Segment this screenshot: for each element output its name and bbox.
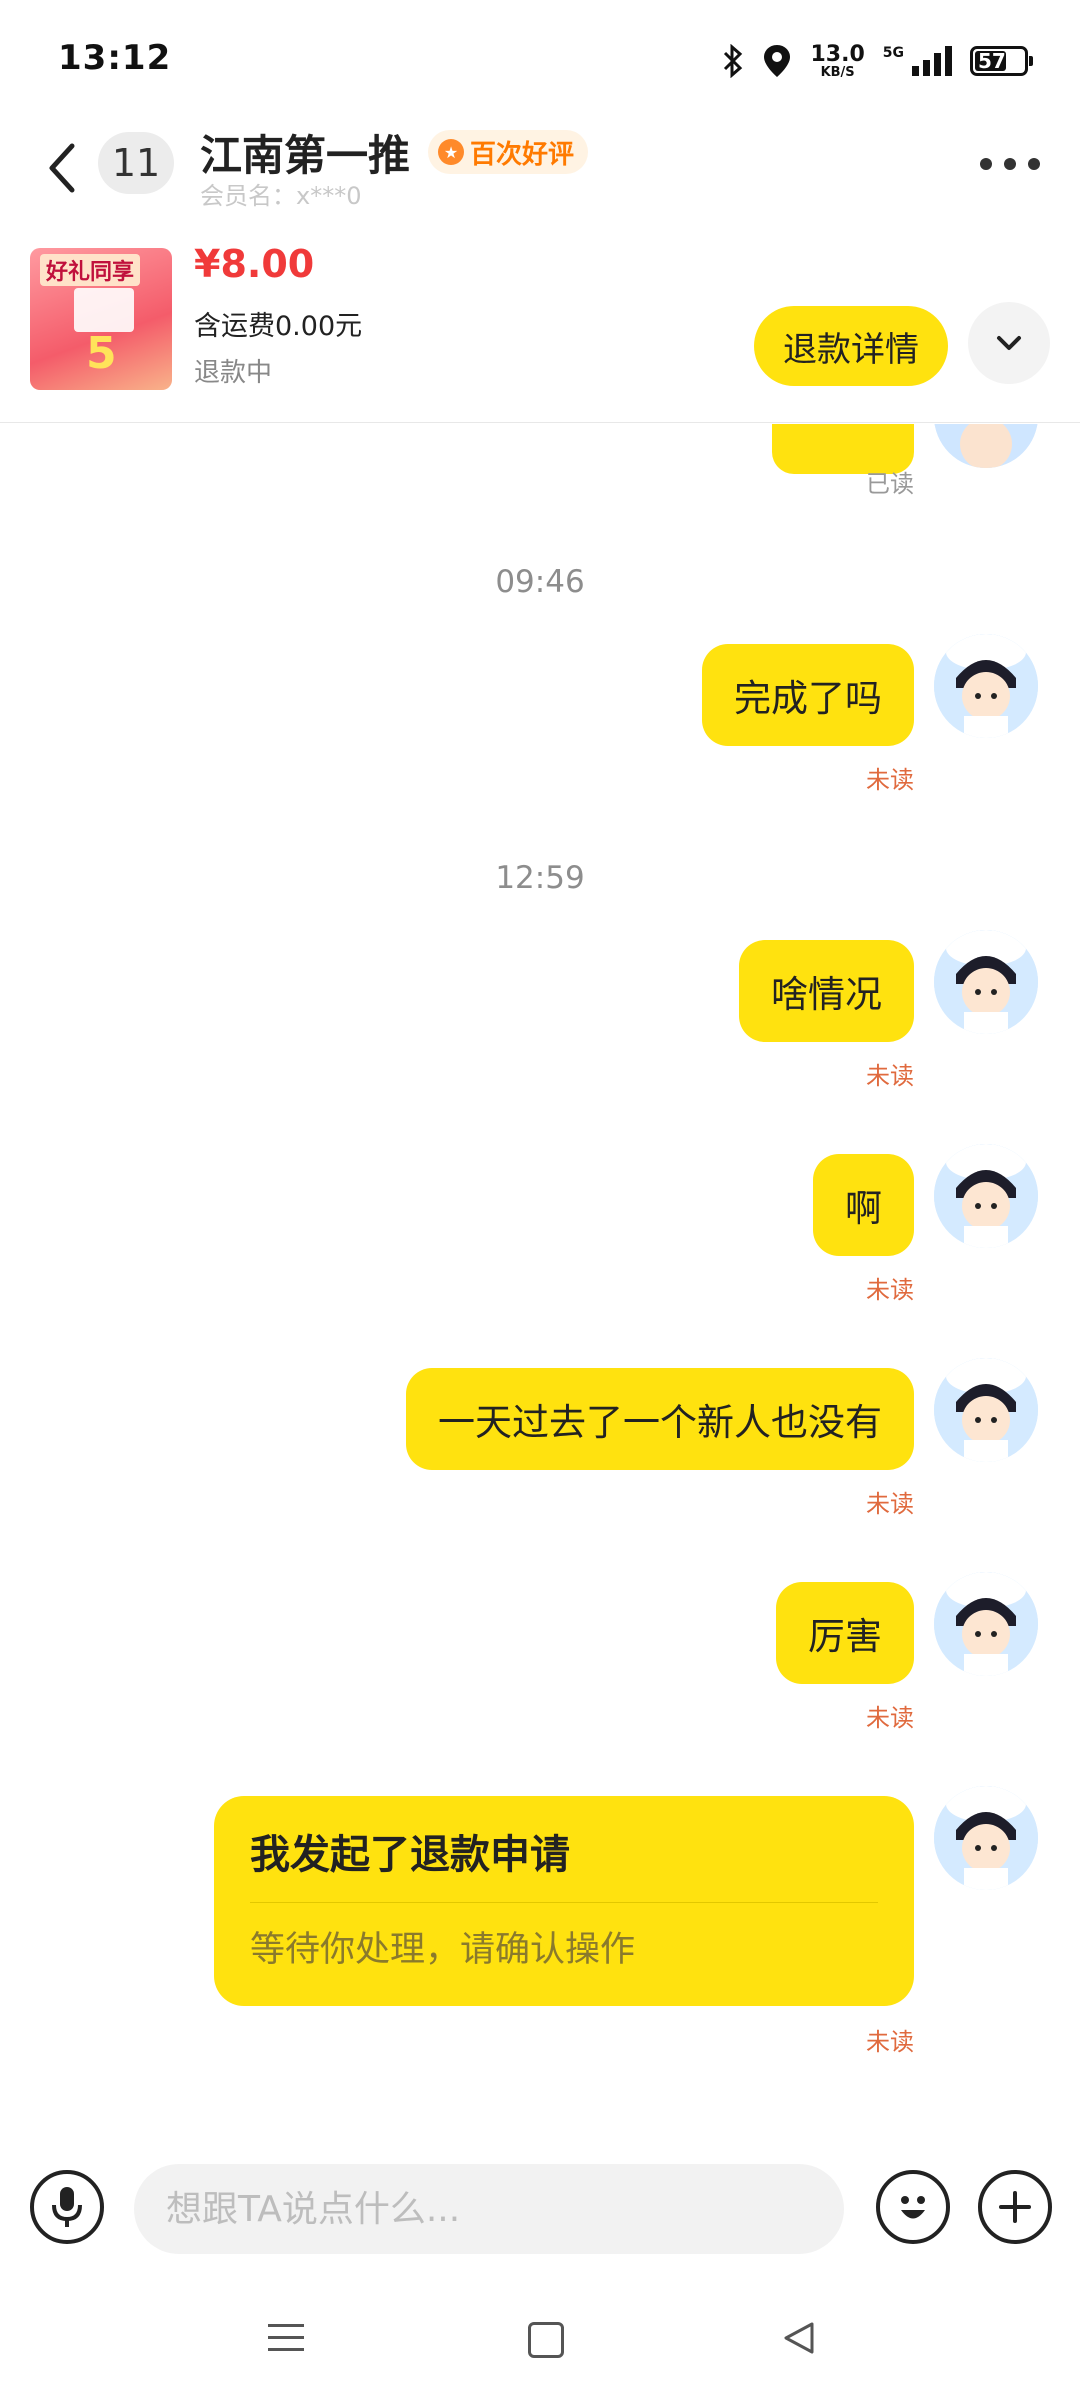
status-time: 13:12 [58,38,172,78]
plus-icon [999,2191,1031,2223]
message-input[interactable] [164,2187,814,2231]
read-status: 未读 [866,2028,914,2056]
message-bubble[interactable]: 完成了吗 [702,644,914,746]
avatar[interactable] [934,1786,1038,1890]
more-options-icon[interactable] [980,158,1040,170]
shipping-info: 含运费0.00元 [194,311,363,342]
refund-card-title: 我发起了退款申请 [250,1832,570,1878]
battery-level: 57 [978,49,1006,73]
battery-icon: 57 [970,46,1033,76]
network-type: 5G [882,45,904,61]
read-status: 未读 [866,766,914,794]
thumbnail-title: 好礼同享 [40,254,141,286]
read-status: 未读 [866,1704,914,1732]
rating-tag-label: 百次好评 [470,139,575,170]
expand-button[interactable] [968,302,1050,384]
product-thumbnail[interactable]: 好礼同享 5 [30,248,172,390]
message-input-bar [0,2160,1080,2260]
rating-tag: ★ 百次好评 [428,130,589,174]
menu-icon[interactable] [268,2324,304,2360]
timestamp: 09:46 [495,564,585,600]
back-arrow-icon[interactable] [38,138,88,198]
product-price: ¥8.00 [194,242,315,286]
status-icons: 13.0 KB/S 5G 57 [722,36,1033,86]
read-status: 未读 [866,1276,914,1304]
thumbnail-photo [74,288,134,332]
chat-header: 11 江南第一推 ★ 百次好评 会员名：x***0 [0,120,1080,220]
read-status: 未读 [866,1490,914,1518]
avatar[interactable] [934,1572,1038,1676]
order-status: 退款中 [194,358,273,388]
unread-count-badge[interactable]: 11 [98,132,174,194]
signal-icon [912,46,952,76]
add-attachment-button[interactable] [978,2170,1052,2244]
thumbnail-number: 5 [86,328,117,379]
refund-details-button[interactable]: 退款详情 [754,306,948,386]
message-bubble[interactable]: 啥情况 [739,940,914,1042]
member-name: 会员名：x***0 [200,182,362,210]
avatar[interactable] [934,424,1038,468]
emoji-button[interactable] [876,2170,950,2244]
medal-icon: ★ [438,139,464,165]
message-bubble[interactable]: 厉害 [776,1582,914,1684]
voice-button[interactable] [30,2170,104,2244]
divider [250,1902,878,1903]
avatar[interactable] [934,1358,1038,1462]
smiley-icon [901,2196,925,2219]
avatar[interactable] [934,930,1038,1034]
back-triangle-icon[interactable] [782,2320,816,2356]
status-bar: 13:12 13.0 KB/S 5G 57 [0,0,1080,120]
timestamp: 12:59 [495,860,585,896]
order-card[interactable]: 好礼同享 5 ¥8.00 含运费0.00元 退款中 退款详情 [0,236,1080,423]
read-status: 未读 [866,1062,914,1090]
location-icon [764,45,791,77]
message-bubble[interactable]: 啊 [813,1154,914,1256]
message-input-container[interactable] [134,2164,844,2254]
chevron-down-icon [997,336,1021,350]
network-speed-value: 13.0 [810,41,865,67]
network-speed: 13.0 KB/S [810,41,865,80]
read-status: 已读 [866,470,914,498]
system-navigation-bar [0,2290,1080,2400]
shop-name[interactable]: 江南第一推 [200,122,410,183]
refund-card-subtitle: 等待你处理，请确认操作 [250,1930,636,1970]
avatar[interactable] [934,634,1038,738]
microphone-icon [52,2187,82,2227]
home-square-icon[interactable] [528,2322,564,2358]
bluetooth-icon [724,44,743,78]
avatar[interactable] [934,1144,1038,1248]
message-bubble[interactable]: 一天过去了一个新人也没有 [406,1368,914,1470]
chat-list[interactable]: 已读 09:46 完成了吗 未读 12:59 啥情况 未读 啊 未读 一天过去了… [0,424,1080,2124]
refund-request-card[interactable]: 我发起了退款申请 等待你处理，请确认操作 [214,1796,914,2006]
network-speed-unit: KB/S [820,64,855,80]
